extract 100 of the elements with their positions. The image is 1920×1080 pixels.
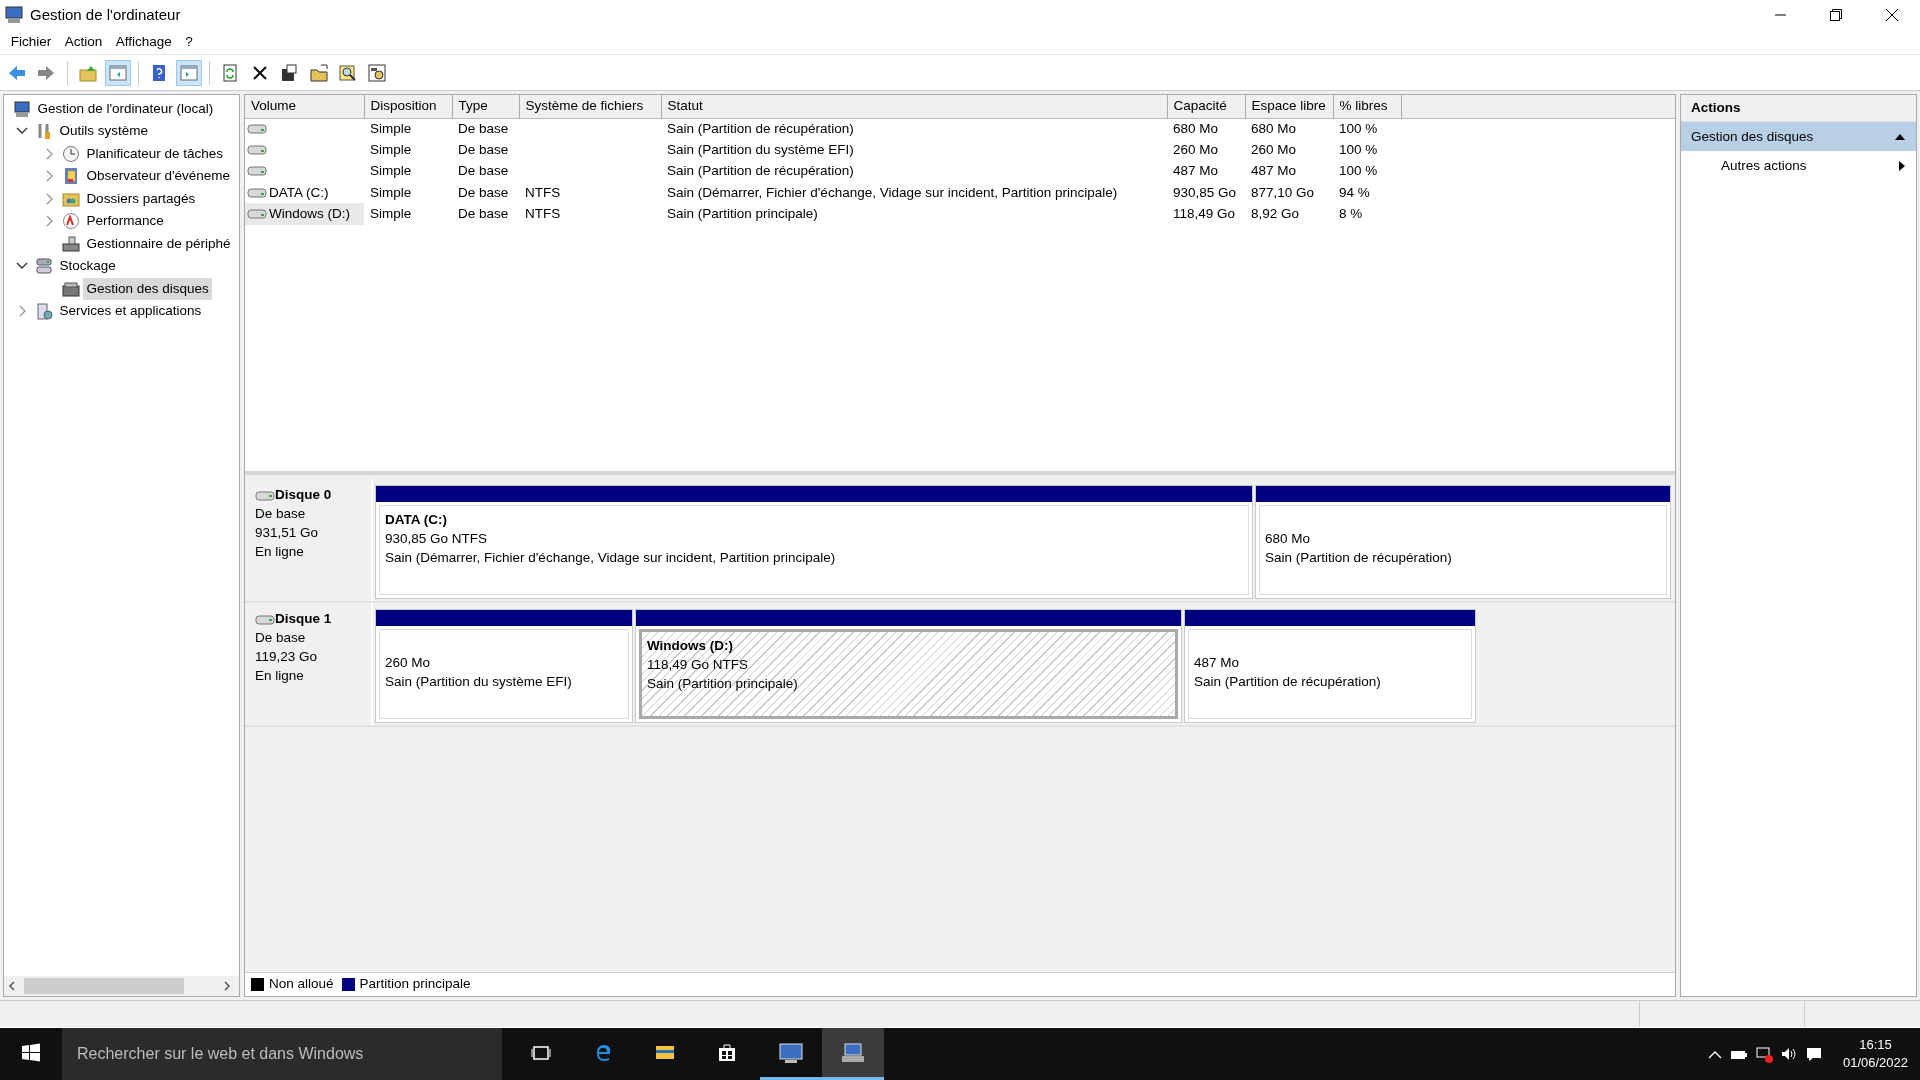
table-cell: Simple — [370, 205, 412, 221]
tree-item[interactable]: Gestionnaire de périphé — [83, 232, 234, 255]
table-cell: De base — [458, 141, 509, 157]
actions-section-header[interactable]: Gestion des disques — [1681, 122, 1916, 152]
partition-status: Sain (Partition du système EFI) — [385, 673, 573, 692]
disk-name: Disque 0 — [275, 486, 332, 505]
tree-item[interactable]: Stockage — [56, 255, 119, 278]
partition-block[interactable]: 260 Mo Sain (Partition du système EFI) — [375, 609, 633, 724]
action-item[interactable]: Autres actions — [1681, 151, 1916, 182]
services-icon — [35, 302, 54, 321]
clock-icon — [62, 144, 81, 163]
column-header[interactable]: Statut — [661, 95, 1167, 119]
tree-item[interactable]: Dossiers partagés — [83, 187, 199, 210]
notification-icon[interactable] — [1804, 1045, 1823, 1063]
disk-type: De base — [255, 629, 307, 648]
table-cell: 260 Mo — [1173, 141, 1219, 157]
table-cell: 487 Mo — [1173, 163, 1219, 179]
menu-item[interactable]: Action — [58, 31, 110, 53]
disk-name: Disque 1 — [275, 610, 332, 629]
column-header[interactable]: Type — [452, 95, 519, 119]
restore-icon — [1830, 9, 1842, 21]
disk-size: 931,51 Go — [255, 524, 320, 543]
network-error-icon[interactable] — [1755, 1045, 1774, 1063]
storage-icon — [35, 257, 54, 276]
table-cell: 8 % — [1339, 205, 1363, 221]
menu-item[interactable]: Fichier — [4, 31, 58, 53]
clock-time[interactable]: 16:15 — [1842, 1036, 1908, 1054]
tree-item[interactable]: Gestion des disques — [83, 277, 212, 300]
window-title: Gestion de l'ordinateur — [30, 4, 181, 25]
table-cell: 877,10 Go — [1251, 184, 1315, 200]
table-cell: 680 Mo — [1173, 120, 1219, 136]
partition-size: 487 Mo — [1194, 654, 1241, 673]
windows-logo-icon — [21, 1042, 41, 1063]
table-cell[interactable]: DATA (C:) — [267, 182, 331, 203]
table-cell: Sain (Partition de récupération) — [667, 120, 854, 136]
partition-status: Sain (Démarrer, Fichier d'échange, Vidage sur incident, Partition principale) — [385, 549, 837, 568]
column-header[interactable]: % libres — [1333, 95, 1401, 119]
gear-icon — [367, 62, 388, 83]
tree-item[interactable]: Observateur d'événeme — [83, 165, 234, 188]
legend-label: Non alloué — [269, 975, 334, 993]
tree-item[interactable]: Performance — [83, 210, 167, 233]
table-cell: 930,85 Go — [1173, 184, 1237, 200]
partition-size: 260 Mo — [385, 654, 432, 673]
partition-status: Sain (Partition de récupération) — [1265, 549, 1453, 568]
menu-item[interactable]: ? — [178, 31, 200, 53]
column-header[interactable]: Système de fichiers — [519, 95, 661, 119]
partition-block[interactable]: Windows (D:) 118,49 Go NTFS Sain (Partition principale) — [635, 609, 1182, 724]
clock-date[interactable]: 01/06/2022 — [1842, 1054, 1908, 1072]
monitor-icon — [779, 1041, 803, 1064]
column-header[interactable]: Volume — [245, 95, 364, 119]
minimize-icon — [1774, 14, 1786, 16]
table-cell: 487 Mo — [1251, 163, 1297, 179]
partition-block[interactable]: DATA (C:) 930,85 Go NTFS Sain (Démarrer, Fichier d'échange, Vidage sur incident, Partition principale) — [375, 485, 1253, 600]
legend-label: Partition principale — [359, 975, 471, 993]
table-cell: De base — [458, 184, 509, 200]
partition-status: Sain (Partition principale) — [647, 675, 799, 694]
table-cell: Sain (Démarrer, Fichier d'échange, Vidage sur incident, Partition principale) — [667, 184, 1118, 200]
tree-item[interactable]: Services et applications — [56, 300, 205, 323]
table-cell: Simple — [370, 163, 412, 179]
search-field[interactable]: Rechercher sur le web et dans Windows — [62, 1028, 502, 1080]
partition-block[interactable]: 680 Mo Sain (Partition de récupération) — [1255, 485, 1671, 600]
column-header[interactable]: Disposition — [364, 95, 452, 119]
table-cell: Sain (Partition principale) — [667, 205, 818, 221]
table-cell: 118,49 Go — [1173, 205, 1236, 221]
table-cell: 8,92 Go — [1251, 205, 1300, 221]
computer-icon — [13, 99, 32, 118]
table-cell: De base — [458, 163, 509, 179]
table-cell: 260 Mo — [1251, 141, 1297, 157]
folder-open-icon — [308, 62, 329, 83]
computer-management-icon — [841, 1041, 865, 1064]
scrollbar-thumb[interactable] — [24, 977, 185, 994]
tree-item[interactable]: Gestion de l'ordinateur (local) — [34, 97, 217, 120]
table-cell: 100 % — [1339, 141, 1378, 157]
computer-management-taskbar-button[interactable] — [822, 1028, 884, 1080]
table-cell: Sain (Partition du système EFI) — [667, 141, 854, 157]
partition-size: 118,49 Go NTFS — [647, 656, 750, 675]
disk-drive-icon — [62, 279, 81, 298]
tree-item[interactable]: Outils système — [56, 120, 151, 143]
column-header[interactable]: Capacité — [1167, 95, 1245, 119]
column-header[interactable]: Espace libre — [1245, 95, 1333, 119]
tree-item[interactable]: Planificateur de tâches — [83, 142, 226, 165]
close-icon — [1886, 9, 1898, 21]
computer-management-icon — [4, 5, 24, 25]
partition-status: Sain (Partition de récupération) — [1194, 673, 1382, 692]
partition-name: DATA (C:) — [385, 511, 448, 530]
partition-block[interactable]: 487 Mo Sain (Partition de récupération) — [1184, 609, 1476, 724]
table-cell: Simple — [370, 141, 412, 157]
partition-size: 930,85 Go NTFS — [385, 530, 489, 549]
table-cell: 100 % — [1339, 163, 1378, 179]
partition-name: Windows (D:) — [647, 637, 735, 656]
table-cell: Simple — [370, 120, 412, 136]
menu-item[interactable]: Affichage — [109, 31, 179, 53]
disk-size: 119,23 Go — [255, 648, 319, 667]
table-cell: 100 % — [1339, 120, 1378, 136]
magnifier-icon — [337, 62, 358, 83]
table-cell: 680 Mo — [1251, 120, 1297, 136]
actions-header: Actions — [1681, 95, 1916, 123]
table-cell: NTFS — [525, 184, 561, 200]
submenu-arrow-icon — [1897, 160, 1906, 173]
table-cell: Sain (Partition de récupération) — [667, 163, 854, 179]
